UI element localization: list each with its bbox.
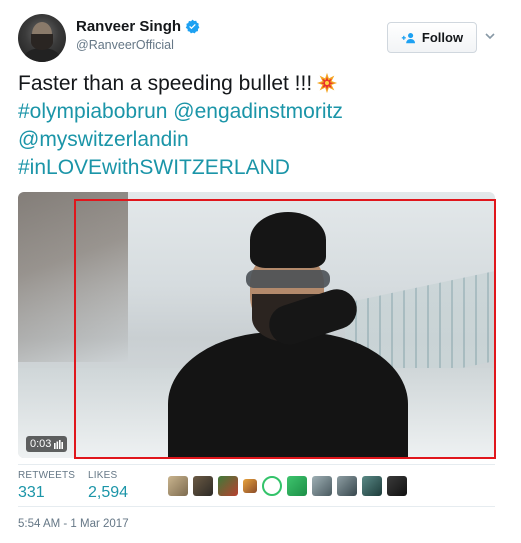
- follow-button[interactable]: Follow: [387, 22, 477, 53]
- hashtag-olympiabobrun[interactable]: #olympiabobrun: [18, 100, 167, 123]
- highlight-box: [74, 199, 496, 459]
- add-person-icon: [401, 32, 415, 43]
- liker-avatar[interactable]: [262, 476, 282, 496]
- hashtag-inlovewithswitzerland[interactable]: #inLOVEwithSWITZERLAND: [18, 156, 290, 179]
- liker-avatar[interactable]: [387, 476, 407, 496]
- volume-bars-icon: [54, 439, 64, 449]
- tweet-line-2: #olympiabobrun @engadinstmoritz: [18, 98, 508, 126]
- liker-avatar[interactable]: [168, 476, 188, 496]
- verified-badge-icon: [185, 19, 200, 34]
- liker-avatar[interactable]: [337, 476, 357, 496]
- collision-emoji-icon: [317, 72, 338, 94]
- likes-stat[interactable]: LIKES 2,594: [88, 470, 128, 502]
- liker-avatar[interactable]: [312, 476, 332, 496]
- follow-label: Follow: [421, 30, 464, 45]
- video-timecode: 0:03: [26, 436, 68, 452]
- user-names[interactable]: Ranveer Singh @RanveerOfficial: [76, 18, 200, 52]
- liker-avatar[interactable]: [243, 479, 257, 493]
- tweet-line-3: @myswitzerlandin: [18, 126, 508, 154]
- tweet-timestamp[interactable]: 5:54 AM - 1 Mar 2017: [18, 518, 129, 530]
- liker-avatar[interactable]: [362, 476, 382, 496]
- tweet-line-4: #inLOVEwithSWITZERLAND: [18, 154, 508, 182]
- tweet-line-1: Faster than a speeding bullet !!!: [18, 70, 508, 98]
- mention-engadinstmoritz[interactable]: @engadinstmoritz: [173, 100, 343, 123]
- liker-avatar[interactable]: [193, 476, 213, 496]
- display-name[interactable]: Ranveer Singh: [76, 18, 200, 35]
- mention-myswitzerlandin[interactable]: @myswitzerlandin: [18, 128, 189, 151]
- likers-avatars: [168, 476, 407, 496]
- tweet-text: Faster than a speeding bullet !!! #olymp…: [18, 70, 508, 182]
- divider-top: [18, 464, 495, 465]
- liker-avatar[interactable]: [287, 476, 307, 496]
- chevron-down-icon[interactable]: [484, 30, 496, 42]
- liker-avatar[interactable]: [218, 476, 238, 496]
- tweet-stats: RETWEETS 331 LIKES 2,594: [18, 470, 508, 506]
- retweets-stat[interactable]: RETWEETS 331: [18, 470, 75, 502]
- avatar[interactable]: [18, 14, 66, 62]
- divider-bottom: [18, 506, 495, 507]
- tweet-header: Ranveer Singh @RanveerOfficial Follow: [18, 14, 508, 62]
- user-handle[interactable]: @RanveerOfficial: [76, 38, 200, 52]
